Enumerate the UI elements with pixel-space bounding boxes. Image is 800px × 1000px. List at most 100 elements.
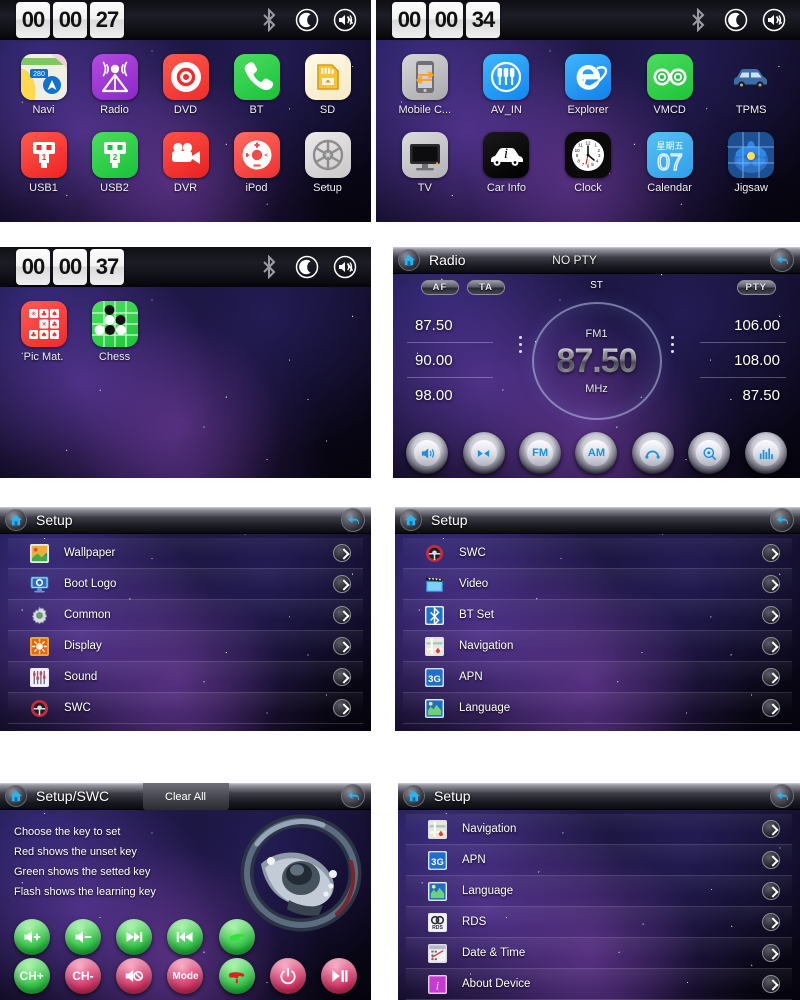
swc-key-channel-down[interactable]: CH- — [64, 958, 101, 994]
chevron-right-icon[interactable] — [333, 606, 351, 624]
setup-item-rds[interactable]: RDS RDS — [406, 907, 792, 938]
chevron-right-icon[interactable] — [762, 913, 780, 931]
chevron-right-icon[interactable] — [762, 575, 780, 593]
app-tpms[interactable]: TPMS — [710, 54, 792, 116]
app-usb2[interactable]: 2 USB2 — [79, 132, 150, 194]
swc-key-call-end[interactable] — [218, 958, 255, 994]
setup-item-common[interactable]: Common — [8, 600, 363, 631]
night-mode-icon[interactable] — [295, 8, 319, 32]
setup-item-apn[interactable]: 3G APN — [406, 845, 792, 876]
swc-key-volume-up[interactable] — [13, 919, 50, 955]
chevron-right-icon[interactable] — [333, 699, 351, 717]
pty-button[interactable]: PTY — [736, 280, 776, 295]
setup-item-date-time[interactable]: Date & Time — [406, 938, 792, 969]
swc-key-mute[interactable] — [116, 958, 153, 994]
setup-item-language[interactable]: Language — [406, 876, 792, 907]
back-button[interactable] — [341, 784, 365, 808]
app-pic-mat[interactable]: ✳ ♣ ♠ ✳ ♣ ♣ ♠ ♠ Pic Mat. — [8, 301, 79, 363]
mute-icon[interactable] — [333, 255, 357, 279]
am-button[interactable]: AM — [575, 432, 618, 474]
app-radio[interactable]: Radio — [79, 54, 150, 116]
home-button[interactable] — [403, 785, 425, 807]
chevron-right-icon[interactable] — [333, 637, 351, 655]
app-clock[interactable]: 12 1 2 3 4 5 6 7 8 9 10 11 Clock — [547, 132, 629, 194]
setup-item-navigation[interactable]: Navigation — [403, 631, 792, 662]
app-av-in[interactable]: AV_IN — [466, 54, 548, 116]
app-tv[interactable]: TV — [384, 132, 466, 194]
back-button[interactable] — [770, 248, 794, 272]
home-button[interactable] — [400, 509, 422, 531]
setup-item-boot-logo[interactable]: Boot Logo — [8, 569, 363, 600]
preset-item[interactable]: 106.00 — [700, 308, 786, 343]
back-button[interactable] — [341, 508, 365, 532]
setup-item-navigation[interactable]: Navigation — [406, 814, 792, 845]
swc-key-channel-up[interactable]: CH+ — [13, 958, 50, 994]
chevron-right-icon[interactable] — [762, 851, 780, 869]
ta-button[interactable]: TA — [467, 280, 505, 295]
chevron-right-icon[interactable] — [762, 668, 780, 686]
chevron-right-icon[interactable] — [762, 944, 780, 962]
app-chess[interactable]: Chess — [79, 301, 150, 363]
setup-item-apn[interactable]: 3G APN — [403, 662, 792, 693]
chevron-right-icon[interactable] — [333, 668, 351, 686]
app-jigsaw[interactable]: Jigsaw — [710, 132, 792, 194]
swc-key-power[interactable] — [270, 958, 307, 994]
chevron-right-icon[interactable] — [762, 544, 780, 562]
swc-key-next-track[interactable] — [116, 919, 153, 955]
setup-item-language[interactable]: Language — [403, 693, 792, 724]
app-dvr[interactable]: DVR — [150, 132, 221, 194]
swc-key-call-answer[interactable] — [218, 919, 255, 955]
chevron-right-icon[interactable] — [333, 544, 351, 562]
chevron-right-icon[interactable] — [762, 820, 780, 838]
chevron-right-icon[interactable] — [762, 882, 780, 900]
setup-item-about-device[interactable]: i About Device — [406, 969, 792, 1000]
chevron-right-icon[interactable] — [333, 575, 351, 593]
home-button[interactable] — [5, 509, 27, 531]
setup-item-swc[interactable]: SWC — [8, 693, 363, 724]
home-button[interactable] — [5, 785, 27, 807]
chevron-right-icon[interactable] — [762, 606, 780, 624]
bluetooth-icon[interactable] — [686, 8, 710, 32]
chevron-right-icon[interactable] — [762, 975, 780, 993]
setup-item-display[interactable]: Display — [8, 631, 363, 662]
clear-all-button[interactable]: Clear All — [142, 783, 229, 810]
preset-item[interactable]: 87.50 — [407, 308, 493, 343]
app-ipod[interactable]: iPod — [221, 132, 292, 194]
auto-search-button[interactable] — [688, 432, 731, 474]
setup-item-bt-set[interactable]: BT Set — [403, 600, 792, 631]
swc-key-play-pause[interactable] — [321, 958, 358, 994]
setup-item-swc[interactable]: SWC — [403, 538, 792, 569]
swc-key-volume-down[interactable] — [64, 919, 101, 955]
equalizer-button[interactable] — [744, 432, 787, 474]
setup-item-wallpaper[interactable]: Wallpaper — [8, 538, 363, 569]
app-setup[interactable]: Setup — [292, 132, 363, 194]
night-mode-icon[interactable] — [724, 8, 748, 32]
preset-item[interactable]: 108.00 — [700, 343, 786, 378]
app-mobile-connect[interactable]: Mobile C... — [384, 54, 466, 116]
preset-item[interactable]: 90.00 — [407, 343, 493, 378]
mute-icon[interactable] — [762, 8, 786, 32]
setup-item-sound[interactable]: Sound — [8, 662, 363, 693]
night-mode-icon[interactable] — [295, 255, 319, 279]
app-explorer[interactable]: Explorer — [547, 54, 629, 116]
app-bt[interactable]: BT — [221, 54, 292, 116]
volume-button[interactable] — [406, 432, 449, 474]
back-button[interactable] — [770, 508, 794, 532]
back-button[interactable] — [770, 784, 794, 808]
app-usb1[interactable]: 1 USB1 — [8, 132, 79, 194]
home-button[interactable] — [398, 249, 420, 271]
app-navi[interactable]: 280 Navi — [8, 54, 79, 116]
swc-key-prev-track[interactable] — [167, 919, 204, 955]
app-dvd[interactable]: DVD — [150, 54, 221, 116]
mute-icon[interactable] — [333, 8, 357, 32]
app-car-info[interactable]: i Car Info — [466, 132, 548, 194]
app-vmcd[interactable]: VMCD — [629, 54, 711, 116]
chevron-right-icon[interactable] — [762, 699, 780, 717]
app-sd[interactable]: SD — [292, 54, 363, 116]
setup-item-video[interactable]: Video — [403, 569, 792, 600]
preset-item[interactable]: 98.00 — [407, 378, 493, 413]
chevron-right-icon[interactable] — [762, 637, 780, 655]
af-button[interactable]: AF — [421, 280, 459, 295]
fm-button[interactable]: FM — [519, 432, 562, 474]
swc-key-mode[interactable]: Mode — [167, 958, 204, 994]
